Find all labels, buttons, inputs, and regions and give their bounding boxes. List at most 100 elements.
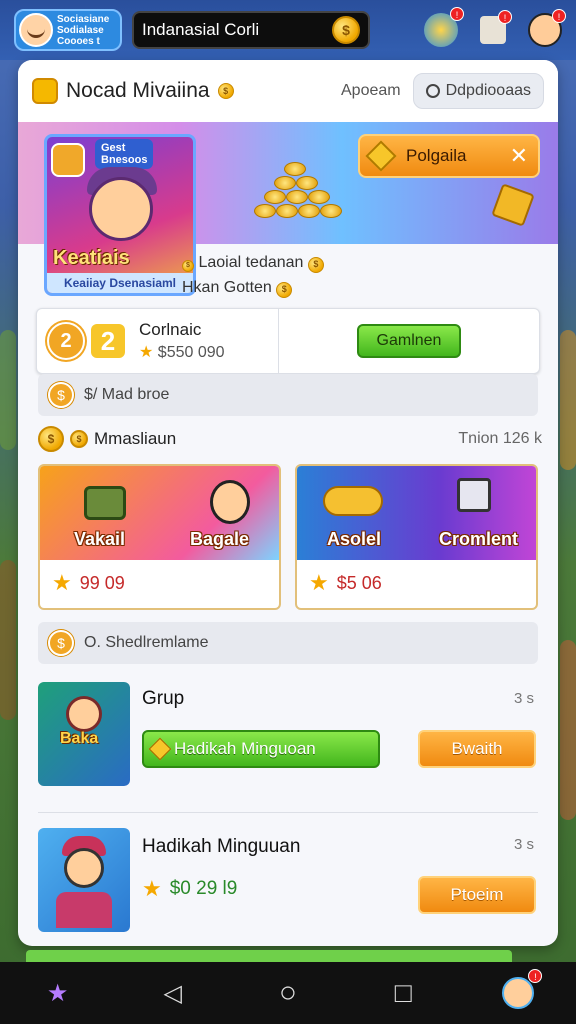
exchange-row: 2 2 Corlnaic ★ $550 090 Gamlnen: [36, 308, 540, 374]
coins-icon: [323, 486, 383, 516]
list-item: Hadikah Minguuan 3 s ★ $0 29 l9 Ptoeim: [38, 828, 538, 940]
gift-icon[interactable]: !: [480, 10, 512, 44]
background-tile: [0, 330, 16, 450]
product-right-label: Bagale: [190, 529, 250, 549]
featured-caption: Keaiiay Dsenasiaml: [47, 273, 193, 293]
character-icon: [64, 848, 104, 888]
list-item: Baka Grup 3 s Hadikah Minguoan Bwaith: [38, 682, 538, 794]
price-text: 99 09: [79, 572, 125, 593]
profile-line: Sodialase: [57, 24, 104, 36]
coin-icon: $: [38, 426, 64, 452]
profile-text: Sociasiane Sodialase Coooes t: [57, 14, 109, 47]
tag-line: Bnesoos: [101, 154, 148, 166]
product-card[interactable]: Vakail Bagale ★ 99 09: [38, 464, 281, 610]
section-header: $ $ Mmasliaun Tnion 126 k: [38, 426, 542, 452]
home-icon[interactable]: ★: [40, 975, 76, 1011]
top-bar: Sociasiane Sodialase Coooes t Indanasial…: [0, 0, 576, 60]
list-item-body: Hadikah Minguuan 3 s ★ $0 29 l9 Ptoeim: [142, 828, 538, 940]
exchange-value: ★ $550 090: [139, 344, 225, 362]
coin-icon: $: [182, 259, 194, 272]
section-meta: Tnion 126 k: [458, 430, 542, 447]
character-body: [56, 892, 112, 928]
featured-card[interactable]: Gest Bnesoos Keatiais Keaiiay Dsenasiaml: [44, 134, 196, 296]
character-icon: [66, 696, 102, 732]
promo-button[interactable]: Polgaila ✕: [358, 134, 540, 178]
search-button[interactable]: Ddpdiooaas: [412, 73, 544, 109]
claim-button-label: Hadikah Minguoan: [174, 739, 316, 758]
star-icon: ★: [52, 570, 72, 595]
list-item-body: Grup 3 s Hadikah Minguoan Bwaith: [142, 682, 538, 794]
home-circle-icon[interactable]: ○: [270, 975, 306, 1011]
list-item-title: Grup: [142, 688, 185, 709]
profile-avatar-icon[interactable]: !: [500, 969, 543, 1011]
action-button[interactable]: Ptoeim: [418, 876, 536, 914]
featured-title: Keatiais: [53, 247, 130, 269]
profile-line: Coooes t: [57, 35, 100, 47]
tag-line: Gest: [101, 142, 126, 154]
recents-icon[interactable]: □: [385, 975, 421, 1011]
price-text: $5 06: [336, 572, 382, 593]
coin-icon: $: [70, 430, 88, 448]
exchange-title: Corlnaic: [139, 320, 202, 339]
notification-badge: !: [498, 10, 512, 24]
coin-icon: $: [276, 281, 293, 298]
thumb-label: Baka: [60, 730, 99, 747]
list-item-meta: 3 s: [513, 836, 534, 853]
level-badge: 2: [47, 322, 85, 360]
info-line: Laoial tedanan: [198, 254, 304, 271]
notification-badge: !: [552, 9, 566, 23]
notification-badge: !: [450, 7, 464, 21]
item-thumbnail: [38, 828, 130, 932]
product-left-label: Asolel: [327, 529, 382, 549]
star-icon: ★: [142, 876, 162, 901]
header-link[interactable]: Apoeam: [341, 82, 401, 100]
notification-badge: !: [528, 969, 543, 983]
coin-icon: $: [307, 256, 324, 273]
user-avatar-icon[interactable]: !: [528, 9, 566, 47]
coin-icon: $: [332, 16, 360, 44]
divider: [38, 812, 538, 813]
strip-label: $/ Mad broe: [84, 386, 170, 403]
coin-icon: $: [48, 382, 74, 408]
search-input[interactable]: Indanasial Corli $: [132, 11, 370, 49]
back-icon[interactable]: ◁: [155, 975, 191, 1011]
search-icon: [425, 84, 440, 98]
info-strip[interactable]: $ $/ Mad broe: [38, 374, 538, 416]
product-price: ★ 99 09: [40, 560, 279, 606]
action-button[interactable]: Bwaith: [418, 730, 536, 768]
product-card[interactable]: Asolel Cromlent ★ $5 06: [295, 464, 538, 610]
exchange-button[interactable]: Gamlnen: [356, 324, 462, 358]
star-icon: ★: [139, 344, 154, 361]
chest-icon: [84, 486, 126, 520]
product-price: ★ $5 06: [297, 560, 536, 606]
profile-chip[interactable]: Sociasiane Sodialase Coooes t: [14, 9, 122, 51]
shield-icon: [51, 143, 85, 177]
avatar: [502, 977, 535, 1009]
product-right-label: Cromlent: [439, 529, 519, 549]
info-strip[interactable]: $ O. Shedlremlame: [38, 622, 538, 664]
gem-icon: [148, 737, 172, 761]
product-left-label: Vakail: [74, 529, 126, 549]
compass-icon[interactable]: !: [424, 7, 464, 47]
character-avatar: [89, 177, 153, 241]
background-tile: [0, 560, 16, 720]
coin-pile-icon: [254, 162, 344, 232]
strip-label: O. Shedlremlame: [84, 634, 209, 651]
profile-line: Sociasiane: [57, 13, 110, 25]
featured-tag: Gest Bnesoos: [95, 139, 154, 169]
info-line: Hkan Gotten: [182, 279, 272, 296]
background-tile: [560, 640, 576, 820]
main-panel: Nocad Mivaiina $ Apoeam Ddpdiooaas Polga…: [18, 60, 558, 946]
exchange-info: 2 2 Corlnaic ★ $550 090: [37, 309, 279, 373]
close-icon[interactable]: ✕: [510, 143, 528, 169]
claim-button[interactable]: Hadikah Minguoan: [142, 730, 380, 768]
search-button-label: Ddpdiooaas: [445, 82, 531, 99]
star-icon: ★: [309, 570, 329, 595]
coin-icon: $: [48, 630, 74, 656]
background-tile: [560, 330, 576, 470]
promo-button-label: Polgaila: [406, 146, 467, 165]
section-title: Mmasliaun: [94, 429, 177, 448]
price-text: $0 29 l9: [169, 878, 238, 899]
coin-icon: $: [217, 83, 234, 99]
panel-title: Nocad Mivaiina: [66, 79, 210, 102]
